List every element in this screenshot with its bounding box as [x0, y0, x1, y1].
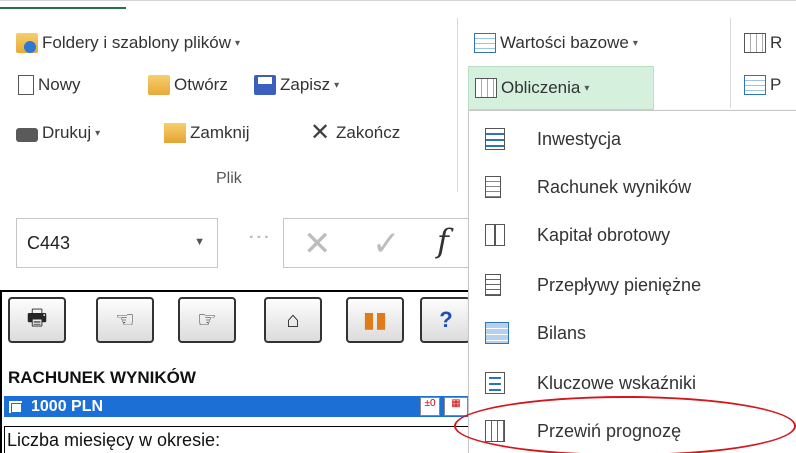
close-folder-icon — [164, 123, 186, 143]
printer-icon: 🖶 — [26, 305, 48, 330]
balance-sheet-icon — [485, 322, 509, 344]
calculations-icon — [475, 78, 497, 98]
chevron-down-icon[interactable]: ▼ — [194, 236, 205, 248]
sheet-title: RACHUNEK WYNIKÓW — [8, 368, 196, 387]
open-button[interactable]: Otwórz — [148, 68, 228, 102]
close-label: Zamknij — [190, 123, 250, 142]
open-folder-icon — [148, 75, 170, 95]
chevron-down-icon: ▾ — [95, 127, 101, 139]
menu-item-cash-flow[interactable]: Przepływy pieniężne — [469, 261, 796, 309]
cash-flow-icon — [485, 274, 501, 296]
printer-icon — [16, 127, 38, 142]
save-label: Zapisz — [280, 75, 331, 94]
investment-icon — [485, 128, 505, 150]
cancel-icon[interactable]: ✕ — [303, 224, 332, 264]
home-button[interactable]: ⌂ — [264, 297, 322, 343]
new-document-icon — [18, 75, 34, 95]
group-label-plik: Plik — [216, 170, 242, 187]
menu-item-label: Rachunek wyników — [537, 176, 692, 197]
folder-icon — [16, 33, 38, 53]
active-tab-indicator — [0, 0, 126, 9]
insert-function-icon[interactable]: f — [437, 222, 449, 260]
months-in-period-label: Liczba miesięcy w okresie: — [7, 430, 221, 450]
ribbon-r-label: R — [770, 33, 783, 52]
table-icon — [8, 399, 23, 414]
name-box[interactable]: C443 ▼ — [16, 218, 218, 268]
table-row[interactable]: Liczba miesięcy w okresie: — [4, 426, 470, 453]
rewind-forecast-icon — [485, 420, 505, 442]
new-label: Nowy — [38, 75, 81, 94]
calculations-menu: Inwestycja Rachunek wyników Kapitał obro… — [468, 110, 796, 453]
chevron-down-icon: ▾ — [234, 37, 240, 49]
exit-label: Zakończ — [336, 123, 401, 142]
hand-left-icon: ☜ — [115, 307, 135, 332]
group-separator — [730, 18, 731, 108]
folders-templates-label: Foldery i szablony plików — [42, 33, 231, 52]
open-label: Otwórz — [174, 75, 228, 94]
chevron-down-icon: ▾ — [334, 79, 340, 91]
back-button[interactable]: ☜ — [96, 297, 154, 343]
decrease-decimal-icon[interactable]: ±0 — [420, 397, 440, 416]
base-values-label: Wartości bazowe — [500, 33, 629, 52]
print-label: Drukuj — [42, 123, 92, 142]
income-statement-icon — [485, 176, 501, 198]
projection-icon — [744, 75, 766, 95]
menu-item-label: Przewiń prognozę — [537, 420, 682, 441]
menu-item-label: Kluczowe wskaźniki — [537, 372, 697, 393]
calculations-label: Obliczenia — [501, 78, 581, 97]
menu-item-balance-sheet[interactable]: Bilans — [469, 309, 796, 357]
print-button[interactable]: Drukuj ▾ — [16, 116, 100, 150]
menu-item-label: Kapitał obrotowy — [537, 224, 671, 245]
menu-item-rewind-forecast[interactable]: Przewiń prognozę — [469, 407, 796, 453]
confirm-check-icon[interactable]: ✓ — [372, 224, 401, 264]
name-box-value: C443 — [27, 232, 71, 253]
ribbon-p-label: P — [770, 75, 782, 94]
unit-row[interactable]: 1000 PLN — [4, 396, 470, 417]
chart-button[interactable]: ▮▮ — [346, 297, 404, 343]
ribbon-p-button[interactable]: P — [744, 68, 781, 102]
unit-label: 1000 PLN — [31, 397, 104, 415]
new-button[interactable]: Nowy — [18, 68, 81, 102]
menu-item-label: Inwestycja — [537, 128, 622, 149]
print-sheet-button[interactable]: 🖶 — [8, 297, 66, 343]
chevron-down-icon: ▾ — [632, 37, 638, 49]
close-button[interactable]: Zamknij — [164, 116, 250, 150]
bar-chart-icon: ▮▮ — [362, 307, 388, 332]
table-format-icon[interactable]: ▦ — [444, 397, 468, 416]
exit-button[interactable]: ✕ Zakończ — [310, 116, 400, 150]
menu-item-label: Przepływy pieniężne — [537, 274, 702, 295]
menu-item-working-capital[interactable]: Kapitał obrotowy — [469, 211, 796, 259]
close-icon: ✕ — [310, 119, 331, 146]
menu-item-investment[interactable]: Inwestycja — [469, 115, 796, 163]
calculations-button[interactable]: Obliczenia ▾ — [468, 66, 654, 110]
help-icon: ? — [439, 307, 453, 332]
group-separator — [457, 18, 458, 192]
folders-templates-button[interactable]: Foldery i szablony plików ▾ — [16, 26, 240, 60]
help-button[interactable]: ? — [420, 297, 470, 343]
menu-item-income-statement[interactable]: Rachunek wyników — [469, 163, 796, 211]
save-disk-icon — [254, 75, 276, 95]
base-values-button[interactable]: Wartości bazowe ▾ — [474, 26, 638, 60]
hand-right-icon: ☞ — [197, 307, 217, 332]
ribbon-r-button[interactable]: R — [744, 26, 782, 60]
chevron-down-icon: ▾ — [584, 82, 590, 94]
forward-button[interactable]: ☞ — [178, 297, 236, 343]
base-values-icon — [474, 33, 496, 53]
working-capital-icon — [485, 224, 505, 246]
menu-item-label: Bilans — [537, 322, 587, 343]
save-button[interactable]: Zapisz ▾ — [254, 68, 339, 102]
formula-bar-grip[interactable]: ⋮ — [246, 226, 272, 250]
menu-item-key-indicators[interactable]: Kluczowe wskaźniki — [469, 359, 796, 407]
key-indicators-icon — [485, 372, 505, 394]
report-icon — [744, 33, 766, 53]
home-icon: ⌂ — [286, 307, 300, 332]
